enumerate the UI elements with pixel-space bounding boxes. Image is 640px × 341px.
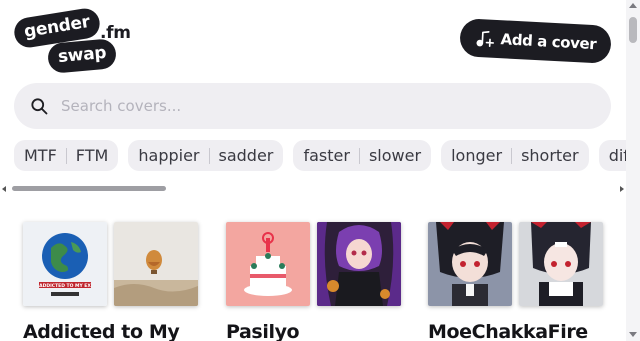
- filter-chip-gender: MTF FTM: [14, 140, 119, 171]
- chip-divider: [358, 147, 360, 164]
- scroll-up-arrow[interactable]: [629, 3, 637, 8]
- card-title: Addicted to My: [23, 321, 180, 341]
- filter-mtf[interactable]: MTF: [24, 146, 57, 165]
- scroll-down-arrow[interactable]: [629, 332, 637, 337]
- cover-pair: [428, 222, 608, 308]
- filter-happier[interactable]: happier: [138, 146, 199, 165]
- cover-pair: [226, 222, 406, 308]
- cover-card[interactable]: Pasilyo: [226, 222, 406, 341]
- search-bar[interactable]: [14, 83, 611, 129]
- swapped-cover-art[interactable]: [519, 222, 603, 306]
- chips-scrollbar-thumb[interactable]: [12, 186, 166, 191]
- filter-longer[interactable]: longer: [451, 146, 502, 165]
- page-scrollbar[interactable]: [626, 0, 640, 341]
- swapped-cover-art[interactable]: [317, 222, 401, 306]
- filter-shorter[interactable]: shorter: [521, 146, 579, 165]
- scroll-left-arrow[interactable]: [2, 186, 6, 192]
- chips-scrollbar[interactable]: [0, 183, 626, 195]
- filter-different[interactable]: differ: [609, 146, 626, 165]
- filter-chip-different: differ: [598, 140, 626, 171]
- filter-faster[interactable]: faster: [303, 146, 349, 165]
- search-input[interactable]: [61, 97, 561, 115]
- scrollbar-thumb[interactable]: [629, 17, 637, 43]
- scroll-right-arrow[interactable]: [620, 186, 624, 192]
- card-title: MoeChakkaFire: [428, 321, 588, 341]
- cover-card[interactable]: ADDICTED TO MY EX Addicted to My: [23, 222, 203, 341]
- swapped-cover-art[interactable]: [114, 222, 198, 306]
- filter-ftm[interactable]: FTM: [76, 146, 109, 165]
- filter-chip-mood: happier sadder: [128, 140, 284, 171]
- search-icon: [31, 98, 48, 115]
- cover-pair: ADDICTED TO MY EX: [23, 222, 203, 308]
- filter-chip-tempo: faster slower: [293, 140, 432, 171]
- add-cover-button[interactable]: Add a cover: [459, 18, 612, 64]
- original-cover-art[interactable]: [226, 222, 310, 306]
- filter-slower[interactable]: slower: [369, 146, 421, 165]
- chip-divider: [511, 147, 513, 164]
- logo-swap: swap: [46, 38, 118, 74]
- logo[interactable]: gender swap .fm: [12, 6, 134, 75]
- add-cover-label: Add a cover: [500, 30, 597, 54]
- chip-divider: [65, 147, 67, 164]
- filter-sadder[interactable]: sadder: [219, 146, 274, 165]
- filter-chip-length: longer shorter: [441, 140, 589, 171]
- logo-tld: .fm: [100, 23, 131, 43]
- cover-text: ADDICTED TO MY EX: [39, 283, 91, 289]
- filter-chips: MTF FTM happier sadder faster slower lon…: [14, 140, 626, 172]
- cover-card[interactable]: MoeChakkaFire: [428, 222, 608, 341]
- music-note-plus-icon: [476, 31, 494, 47]
- original-cover-art[interactable]: [428, 222, 512, 306]
- card-title: Pasilyo: [226, 321, 300, 341]
- chip-divider: [208, 147, 210, 164]
- original-cover-art[interactable]: ADDICTED TO MY EX: [23, 222, 107, 306]
